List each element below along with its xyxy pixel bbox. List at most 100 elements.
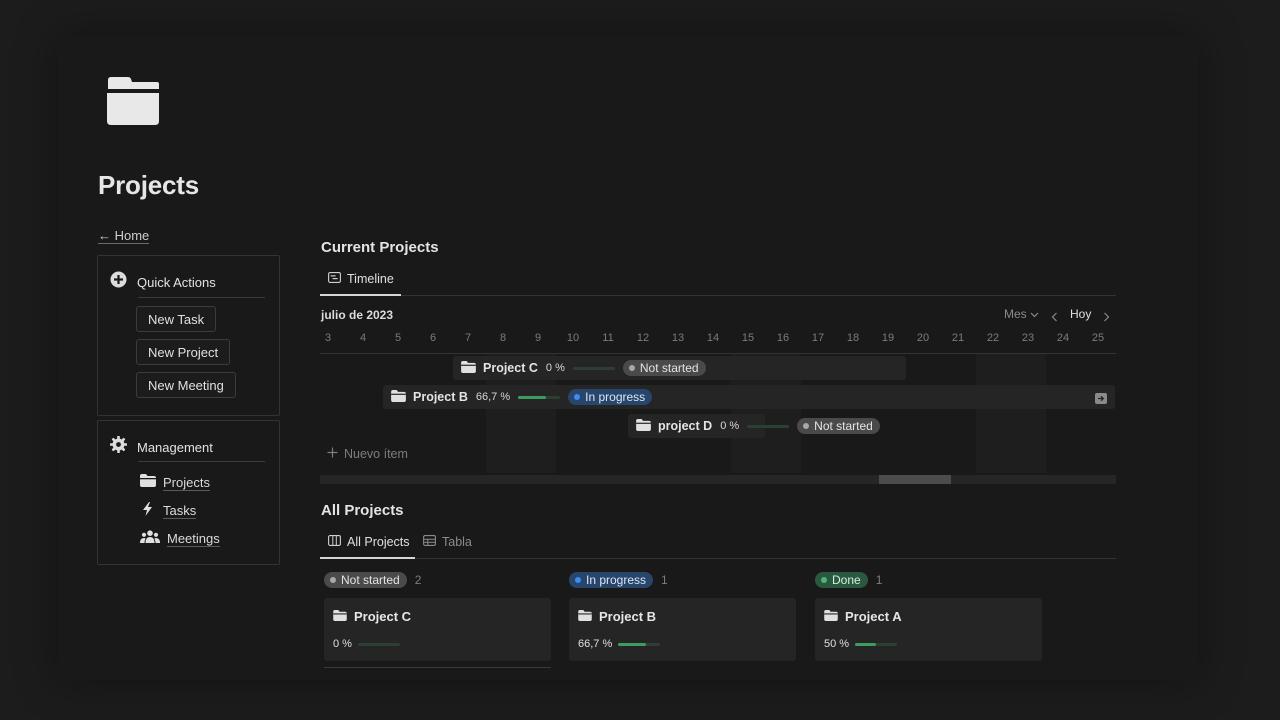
status-badge: Done — [815, 572, 868, 588]
new-task-button[interactable]: New Task — [136, 306, 217, 332]
status-label: In progress — [585, 390, 646, 404]
progress-bar — [855, 642, 898, 646]
management-link-meetings[interactable]: Meetings — [140, 530, 220, 549]
board-card-project-a[interactable]: Project A 50 % — [815, 598, 1042, 661]
prev-arrow-icon[interactable] — [1051, 309, 1058, 327]
divider — [320, 558, 1116, 559]
folder-icon — [140, 474, 156, 492]
board-card-project-c[interactable]: Project C 0 % — [324, 598, 551, 661]
home-link[interactable]: ← Home — [98, 228, 150, 244]
timeline-day-tick: 16 — [776, 332, 790, 344]
open-item-icon[interactable] — [1095, 391, 1107, 409]
timeline-day-tick: 22 — [986, 332, 1000, 344]
status-label: In progress — [586, 573, 647, 587]
timeline-day-tick: 11 — [602, 332, 614, 344]
divider — [138, 461, 265, 462]
folder-icon — [333, 609, 347, 624]
all-projects-title: All Projects — [321, 502, 404, 519]
timeline-day-tick: 8 — [499, 332, 507, 344]
tab-all-projects[interactable]: All Projects — [328, 535, 410, 549]
folder-icon[interactable] — [106, 76, 160, 126]
status-badge: Not started — [797, 418, 880, 434]
timeline-day-tick: 25 — [1091, 332, 1105, 344]
timeline-month: julio de 2023 — [321, 308, 394, 322]
management-link-tasks[interactable]: Tasks — [140, 502, 197, 521]
timeline-item-label: Project B 66,7 % In progress — [391, 389, 653, 405]
timeline-day-tick: 15 — [741, 332, 755, 344]
status-label: Not started — [814, 419, 873, 433]
board-card-project-b[interactable]: Project B 66,7 % — [569, 598, 796, 661]
card-percent: 50 % — [824, 638, 850, 650]
active-tab-indicator — [320, 557, 415, 559]
tab-tabla[interactable]: Tabla — [423, 535, 472, 549]
progress-bar — [572, 366, 615, 370]
column-count: 2 — [414, 573, 422, 587]
status-label: Done — [832, 573, 861, 587]
today-button[interactable]: Hoy — [1070, 307, 1091, 321]
divider — [138, 297, 265, 298]
timeline-day-tick: 19 — [881, 332, 895, 344]
status-label: Not started — [639, 361, 699, 375]
tab-timeline[interactable]: Timeline — [328, 272, 394, 286]
card-progress: 0 % — [333, 638, 400, 650]
status-dot — [803, 423, 810, 429]
chevron-down-icon — [1030, 307, 1039, 321]
card-name: Project B — [599, 609, 657, 624]
active-tab-indicator — [320, 294, 401, 296]
progress-bar — [747, 424, 790, 428]
timeline-day-tick: 14 — [706, 332, 720, 344]
card-title: Project C — [333, 609, 411, 624]
weekend-shade — [976, 354, 1046, 473]
card-progress: 50 % — [824, 638, 898, 650]
tab-label: Tabla — [442, 535, 472, 549]
timeline-day-tick: 17 — [811, 332, 825, 344]
new-item-label: Nuevo ítem — [344, 447, 408, 461]
plus-icon — [327, 447, 338, 461]
management-link-projects[interactable]: Projects — [140, 474, 210, 492]
progress-bar — [518, 395, 561, 399]
progress-bar — [357, 642, 400, 646]
new-meeting-button[interactable]: New Meeting — [136, 372, 236, 398]
new-item-button[interactable]: Nuevo ítem — [327, 447, 408, 461]
timeline-day-tick: 24 — [1056, 332, 1070, 344]
gear-icon — [110, 436, 127, 458]
scale-label: Mes — [1004, 307, 1027, 321]
progress-bar — [618, 642, 661, 646]
card-percent: 66,7 % — [578, 638, 613, 650]
timeline-day-tick: 6 — [429, 332, 437, 344]
new-project-button[interactable]: New Project — [136, 339, 231, 365]
management-panel: Management Projects Tasks Meetings — [97, 420, 280, 565]
next-arrow-icon[interactable] — [1103, 309, 1110, 327]
progress-fill — [618, 642, 647, 646]
timeline-item-label: project D 0 % Not started — [636, 418, 880, 434]
timeline-day-tick: 5 — [394, 332, 402, 344]
divider — [320, 295, 1116, 296]
status-dot — [330, 577, 336, 583]
timeline-day-tick: 9 — [534, 332, 542, 344]
folder-icon — [636, 418, 651, 434]
column-count: 1 — [661, 573, 668, 587]
card-title: Project B — [578, 609, 656, 624]
quick-actions-panel: Quick Actions New Task New Project New M… — [97, 255, 280, 416]
management-title: Management — [137, 439, 213, 455]
progress-fill — [855, 642, 877, 646]
timeline-day-tick: 20 — [916, 332, 930, 344]
timeline-scale-select[interactable]: Mes — [1004, 307, 1039, 321]
timeline-day-tick: 21 — [951, 332, 965, 344]
board-icon — [328, 535, 341, 549]
timeline-day-tick: 13 — [671, 332, 685, 344]
status-dot — [574, 394, 581, 400]
management-link-label: Tasks — [163, 503, 197, 519]
timeline-scrollbar[interactable] — [320, 475, 1116, 484]
people-icon — [140, 530, 160, 549]
folder-icon — [461, 360, 476, 376]
column-count: 1 — [875, 573, 883, 587]
next-card-edge — [324, 667, 551, 668]
status-label: Not started — [341, 573, 400, 587]
card-percent: 0 % — [333, 638, 352, 650]
progress-fill — [518, 395, 547, 399]
scrollbar-thumb[interactable] — [879, 475, 951, 484]
board-column-header: Not started 2 — [324, 572, 421, 588]
status-badge: In progress — [568, 389, 653, 405]
folder-icon — [391, 389, 406, 405]
